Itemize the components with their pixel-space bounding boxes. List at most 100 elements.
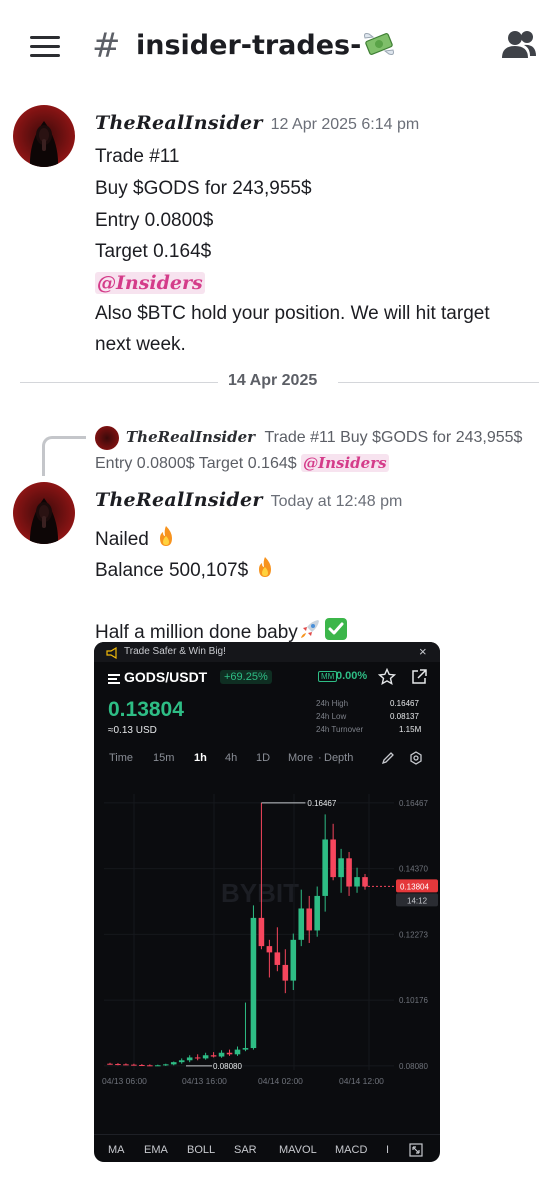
- candlestick-chart[interactable]: BYBIT 0.16467 0.14370 0.12273 0.10176 0.08080…: [94, 782, 440, 1117]
- channel-title: insider-trades-: [136, 28, 397, 67]
- candle-body: [218, 1052, 225, 1057]
- mm-badge: MM: [318, 671, 338, 682]
- candle-body: [306, 908, 313, 931]
- timeframe-tab[interactable]: 4h: [225, 752, 237, 764]
- stat-label: 24h Low: [316, 712, 347, 721]
- message-text-line: Nailed: [95, 524, 178, 554]
- stat-label: 24h High: [316, 699, 349, 708]
- reply-connector: [42, 436, 86, 476]
- indicator-tab[interactable]: I: [386, 1144, 389, 1156]
- fire-icon: [253, 555, 277, 585]
- message-text-line: Target 0.164$: [95, 241, 212, 262]
- reply-text: Trade #11 Buy $GODS for 243,955$: [264, 429, 523, 446]
- role-mention[interactable]: @Insiders: [95, 272, 205, 294]
- avatar[interactable]: [13, 482, 75, 544]
- watermark-text: BYBIT: [221, 878, 299, 908]
- candle-body: [290, 939, 297, 981]
- indicator-tab[interactable]: EMA: [144, 1144, 168, 1156]
- indicator-tab[interactable]: SAR: [234, 1144, 257, 1156]
- message-header: TheRealInsider Today at 12:48 pm: [95, 489, 402, 511]
- members-icon[interactable]: [500, 28, 538, 62]
- menu-lines-icon[interactable]: [108, 672, 120, 690]
- low-marker-label: 0.08080: [213, 1062, 242, 1071]
- author-name[interactable]: TheRealInsider: [95, 112, 263, 134]
- indicator-divider: [94, 1134, 440, 1135]
- timeframe-tab[interactable]: 1D: [256, 752, 270, 764]
- money-with-wings-icon: [361, 28, 397, 67]
- candle-body: [346, 858, 352, 887]
- candle-body: [115, 1064, 121, 1066]
- indicator-tab[interactable]: BOLL: [187, 1144, 215, 1156]
- message-text-line: Entry 0.0800$: [95, 210, 214, 231]
- indicator-tab[interactable]: MAVOL: [279, 1144, 317, 1156]
- message-text: Nailed: [95, 529, 149, 550]
- candle-body: [194, 1057, 201, 1059]
- trading-screenshot[interactable]: Trade Safer & Win Big! × GODS/USDT +69.2…: [94, 642, 440, 1162]
- mention-line: @Insiders: [95, 272, 205, 295]
- avatar[interactable]: [13, 105, 75, 167]
- reply-text: Entry 0.0800$ Target 0.164$: [95, 455, 297, 472]
- channel-header: # insider-trades-: [0, 0, 559, 92]
- hamburger-menu-icon[interactable]: [30, 36, 62, 58]
- star-icon[interactable]: [377, 667, 397, 691]
- settings-icon[interactable]: [409, 751, 423, 770]
- candle-body: [322, 839, 328, 896]
- candle-body: [234, 1049, 241, 1055]
- y-tick-label: 0.12273: [399, 930, 428, 939]
- stat-value: 1.15M: [399, 725, 422, 734]
- reply-preview-line2[interactable]: Entry 0.0800$ Target 0.164$ @Insiders: [95, 454, 389, 473]
- y-tick-label: 0.16467: [399, 799, 428, 808]
- candle-body: [226, 1052, 233, 1055]
- share-icon[interactable]: [410, 668, 428, 691]
- candle-body: [266, 946, 273, 953]
- reply-author: TheRealInsider: [126, 428, 256, 446]
- author-name[interactable]: TheRealInsider: [95, 489, 263, 511]
- candle-body: [186, 1057, 193, 1061]
- promo-text: Trade Safer & Win Big!: [124, 646, 226, 657]
- candle-body: [202, 1055, 209, 1059]
- message-timestamp: Today at 12:48 pm: [270, 493, 403, 510]
- candle-body: [162, 1064, 169, 1066]
- megaphone-icon: [106, 646, 118, 664]
- message-text-line: next week.: [95, 334, 186, 355]
- timeframe-tab[interactable]: 15m: [153, 752, 174, 764]
- countdown-label: 14:12: [407, 896, 428, 905]
- indicator-tab[interactable]: MACD: [335, 1144, 367, 1156]
- timeframe-tab-active[interactable]: 1h: [194, 752, 207, 764]
- x-tick-label: 04/14 02:00: [258, 1076, 303, 1086]
- stat-value: 0.08137: [390, 712, 419, 721]
- timeframe-tab[interactable]: Depth: [324, 752, 353, 764]
- mm-value: 0.00%: [336, 670, 368, 682]
- message-text-line: Balance 500,107$: [95, 555, 277, 585]
- candle-body: [170, 1062, 177, 1065]
- candle-body: [298, 908, 305, 940]
- stat-value: 0.16467: [390, 699, 419, 708]
- divider-line: [20, 382, 218, 383]
- dot-separator: ·: [318, 752, 322, 764]
- message-header: TheRealInsider 12 Apr 2025 6:14 pm: [95, 112, 419, 134]
- x-tick-label: 04/13 16:00: [182, 1076, 227, 1086]
- candle-body: [258, 917, 265, 947]
- fullscreen-icon[interactable]: [409, 1143, 423, 1162]
- candle-body: [282, 964, 289, 981]
- message-text: Half a million done baby: [95, 622, 298, 643]
- candle-body: [250, 917, 257, 1049]
- candle-body: [274, 952, 281, 965]
- close-icon[interactable]: ×: [419, 644, 427, 659]
- candle-body: [107, 1063, 113, 1065]
- candle-body: [131, 1064, 137, 1066]
- indicator-tab[interactable]: MA: [108, 1144, 125, 1156]
- date-divider: 14 Apr 2025: [228, 372, 318, 389]
- timeframe-tab[interactable]: Time: [109, 752, 133, 764]
- reply-preview[interactable]: TheRealInsider Trade #11 Buy $GODS for 2…: [126, 428, 522, 447]
- candle-body: [178, 1060, 185, 1063]
- draw-pencil-icon[interactable]: [381, 751, 395, 770]
- candle-body: [147, 1065, 153, 1067]
- pair-name[interactable]: GODS/USDT: [124, 669, 207, 685]
- timeframe-tab[interactable]: More: [288, 752, 313, 764]
- candle-body: [354, 877, 360, 887]
- last-price: 0.13804: [108, 698, 184, 721]
- change-badge: +69.25%: [220, 670, 272, 684]
- x-tick-label: 04/13 06:00: [102, 1076, 147, 1086]
- reply-avatar: [95, 426, 119, 450]
